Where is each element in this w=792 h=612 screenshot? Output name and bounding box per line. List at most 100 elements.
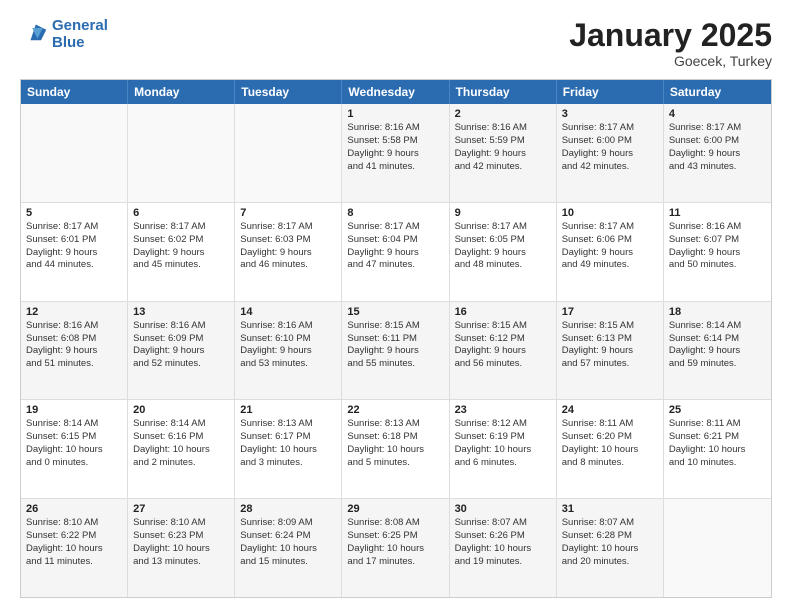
day-number: 8	[347, 207, 443, 219]
header: General Blue January 2025 Goecek, Turkey	[20, 18, 772, 69]
calendar-cell: 29 Sunrise: 8:08 AM Sunset: 6:25 PM Dayli…	[342, 499, 449, 597]
cell-text: Sunrise: 8:17 AM Sunset: 6:04 PM Dayligh…	[347, 221, 443, 272]
day-number: 26	[26, 503, 122, 515]
day-number: 4	[669, 108, 766, 120]
cell-text: Sunrise: 8:16 AM Sunset: 5:59 PM Dayligh…	[455, 122, 551, 173]
cell-text: Sunrise: 8:13 AM Sunset: 6:17 PM Dayligh…	[240, 418, 336, 469]
cell-text: Sunrise: 8:11 AM Sunset: 6:20 PM Dayligh…	[562, 418, 658, 469]
cell-text: Sunrise: 8:17 AM Sunset: 6:06 PM Dayligh…	[562, 221, 658, 272]
calendar-cell: 17Sunrise: 8:15 AM Sunset: 6:13 PM Dayli…	[557, 302, 664, 400]
cell-text: Sunrise: 8:17 AM Sunset: 6:03 PM Dayligh…	[240, 221, 336, 272]
cell-text: Sunrise: 8:14 AM Sunset: 6:16 PM Dayligh…	[133, 418, 229, 469]
location: Goecek, Turkey	[569, 53, 772, 69]
day-number: 2	[455, 108, 551, 120]
day-number: 19	[26, 404, 122, 416]
day-number: 31	[562, 503, 658, 515]
calendar-cell: 1 Sunrise: 8:16 AM Sunset: 5:58 PM Daylig…	[342, 104, 449, 202]
day-number: 28	[240, 503, 336, 515]
calendar-cell: 10Sunrise: 8:17 AM Sunset: 6:06 PM Dayli…	[557, 203, 664, 301]
calendar-cell	[664, 499, 771, 597]
calendar-cell: 31 Sunrise: 8:07 AM Sunset: 6:28 PM Dayli…	[557, 499, 664, 597]
calendar-cell: 8 Sunrise: 8:17 AM Sunset: 6:04 PM Daylig…	[342, 203, 449, 301]
logo: General Blue	[20, 18, 108, 51]
cell-text: Sunrise: 8:13 AM Sunset: 6:18 PM Dayligh…	[347, 418, 443, 469]
calendar-cell	[21, 104, 128, 202]
cell-text: Sunrise: 8:16 AM Sunset: 6:07 PM Dayligh…	[669, 221, 766, 272]
day-number: 3	[562, 108, 658, 120]
day-number: 20	[133, 404, 229, 416]
logo-line1: General	[52, 17, 108, 34]
calendar-cell: 15 Sunrise: 8:15 AM Sunset: 6:11 PM Dayli…	[342, 302, 449, 400]
cell-text: Sunrise: 8:14 AM Sunset: 6:14 PM Dayligh…	[669, 320, 766, 371]
day-number: 29	[347, 503, 443, 515]
day-number: 25	[669, 404, 766, 416]
calendar-cell: 2 Sunrise: 8:16 AM Sunset: 5:59 PM Daylig…	[450, 104, 557, 202]
calendar-cell: 23 Sunrise: 8:12 AM Sunset: 6:19 PM Dayli…	[450, 400, 557, 498]
calendar: SundayMondayTuesdayWednesdayThursdayFrid…	[20, 79, 772, 598]
day-number: 22	[347, 404, 443, 416]
calendar-cell: 30Sunrise: 8:07 AM Sunset: 6:26 PM Dayli…	[450, 499, 557, 597]
calendar-cell: 4 Sunrise: 8:17 AM Sunset: 6:00 PM Daylig…	[664, 104, 771, 202]
day-number: 21	[240, 404, 336, 416]
calendar-cell: 25 Sunrise: 8:11 AM Sunset: 6:21 PM Dayli…	[664, 400, 771, 498]
cell-text: Sunrise: 8:17 AM Sunset: 6:05 PM Dayligh…	[455, 221, 551, 272]
calendar-row: 12Sunrise: 8:16 AM Sunset: 6:08 PM Dayli…	[21, 301, 771, 400]
weekday-header: Friday	[557, 80, 664, 104]
cell-text: Sunrise: 8:14 AM Sunset: 6:15 PM Dayligh…	[26, 418, 122, 469]
cell-text: Sunrise: 8:16 AM Sunset: 5:58 PM Dayligh…	[347, 122, 443, 173]
calendar-row: 5Sunrise: 8:17 AM Sunset: 6:01 PM Daylig…	[21, 202, 771, 301]
weekday-header: Saturday	[664, 80, 771, 104]
calendar-cell: 21 Sunrise: 8:13 AM Sunset: 6:17 PM Dayli…	[235, 400, 342, 498]
calendar-cell: 22 Sunrise: 8:13 AM Sunset: 6:18 PM Dayli…	[342, 400, 449, 498]
calendar-row: 19 Sunrise: 8:14 AM Sunset: 6:15 PM Dayli…	[21, 399, 771, 498]
cell-text: Sunrise: 8:07 AM Sunset: 6:26 PM Dayligh…	[455, 517, 551, 568]
day-number: 13	[133, 306, 229, 318]
cell-text: Sunrise: 8:16 AM Sunset: 6:10 PM Dayligh…	[240, 320, 336, 371]
cell-text: Sunrise: 8:15 AM Sunset: 6:12 PM Dayligh…	[455, 320, 551, 371]
calendar-cell: 19 Sunrise: 8:14 AM Sunset: 6:15 PM Dayli…	[21, 400, 128, 498]
cell-text: Sunrise: 8:09 AM Sunset: 6:24 PM Dayligh…	[240, 517, 336, 568]
cell-text: Sunrise: 8:16 AM Sunset: 6:09 PM Dayligh…	[133, 320, 229, 371]
day-number: 15	[347, 306, 443, 318]
day-number: 9	[455, 207, 551, 219]
day-number: 1	[347, 108, 443, 120]
cell-text: Sunrise: 8:08 AM Sunset: 6:25 PM Dayligh…	[347, 517, 443, 568]
cell-text: Sunrise: 8:15 AM Sunset: 6:11 PM Dayligh…	[347, 320, 443, 371]
day-number: 27	[133, 503, 229, 515]
day-number: 16	[455, 306, 551, 318]
calendar-row: 1 Sunrise: 8:16 AM Sunset: 5:58 PM Daylig…	[21, 104, 771, 202]
cell-text: Sunrise: 8:12 AM Sunset: 6:19 PM Dayligh…	[455, 418, 551, 469]
calendar-cell: 18Sunrise: 8:14 AM Sunset: 6:14 PM Dayli…	[664, 302, 771, 400]
logo-text: General Blue	[52, 18, 108, 51]
day-number: 7	[240, 207, 336, 219]
cell-text: Sunrise: 8:15 AM Sunset: 6:13 PM Dayligh…	[562, 320, 658, 371]
day-number: 24	[562, 404, 658, 416]
cell-text: Sunrise: 8:17 AM Sunset: 6:00 PM Dayligh…	[562, 122, 658, 173]
month-title: January 2025	[569, 18, 772, 53]
cell-text: Sunrise: 8:10 AM Sunset: 6:23 PM Dayligh…	[133, 517, 229, 568]
calendar-header: SundayMondayTuesdayWednesdayThursdayFrid…	[21, 80, 771, 104]
calendar-cell: 28 Sunrise: 8:09 AM Sunset: 6:24 PM Dayli…	[235, 499, 342, 597]
calendar-body: 1 Sunrise: 8:16 AM Sunset: 5:58 PM Daylig…	[21, 104, 771, 597]
weekday-header: Monday	[128, 80, 235, 104]
cell-text: Sunrise: 8:10 AM Sunset: 6:22 PM Dayligh…	[26, 517, 122, 568]
day-number: 5	[26, 207, 122, 219]
calendar-row: 26 Sunrise: 8:10 AM Sunset: 6:22 PM Dayli…	[21, 498, 771, 597]
cell-text: Sunrise: 8:17 AM Sunset: 6:00 PM Dayligh…	[669, 122, 766, 173]
day-number: 14	[240, 306, 336, 318]
day-number: 12	[26, 306, 122, 318]
cell-text: Sunrise: 8:07 AM Sunset: 6:28 PM Dayligh…	[562, 517, 658, 568]
weekday-header: Sunday	[21, 80, 128, 104]
day-number: 23	[455, 404, 551, 416]
logo-icon	[20, 21, 48, 49]
cell-text: Sunrise: 8:11 AM Sunset: 6:21 PM Dayligh…	[669, 418, 766, 469]
day-number: 6	[133, 207, 229, 219]
title-block: January 2025 Goecek, Turkey	[569, 18, 772, 69]
page: General Blue January 2025 Goecek, Turkey…	[0, 0, 792, 612]
weekday-header: Wednesday	[342, 80, 449, 104]
day-number: 11	[669, 207, 766, 219]
calendar-cell	[235, 104, 342, 202]
calendar-cell	[128, 104, 235, 202]
weekday-header: Thursday	[450, 80, 557, 104]
calendar-cell: 16 Sunrise: 8:15 AM Sunset: 6:12 PM Dayli…	[450, 302, 557, 400]
